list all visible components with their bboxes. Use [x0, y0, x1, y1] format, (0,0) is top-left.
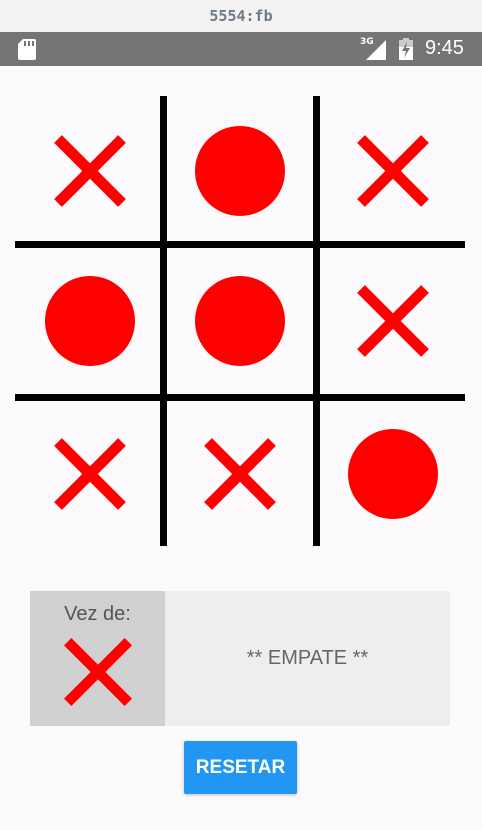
- board-cell-0-0[interactable]: [15, 96, 165, 246]
- x-mark-icon: [54, 135, 126, 207]
- game-status-text: ** EMPATE **: [246, 647, 369, 669]
- reset-button[interactable]: RESETAR: [184, 741, 297, 794]
- o-mark-icon: [195, 276, 285, 366]
- x-mark-icon: [54, 438, 126, 510]
- o-mark-icon: [195, 126, 285, 216]
- x-mark-icon: [357, 135, 429, 207]
- android-status-bar: 3G 9:45: [0, 32, 482, 66]
- board-cell-1-0[interactable]: [15, 246, 165, 396]
- window-title: 5554:fb: [0, 0, 482, 32]
- board-cell-2-0[interactable]: [15, 399, 165, 549]
- turn-x-mark-icon: [63, 637, 133, 707]
- board-cell-0-2[interactable]: [318, 96, 468, 246]
- o-mark-icon: [348, 429, 438, 519]
- x-mark-icon: [357, 285, 429, 357]
- board-cell-0-1[interactable]: [165, 96, 315, 246]
- board-cell-1-2[interactable]: [318, 246, 468, 396]
- status-clock: 9:45: [425, 37, 464, 59]
- o-mark-icon: [45, 276, 135, 366]
- board-cell-2-1[interactable]: [165, 399, 315, 549]
- battery-charging-icon: [399, 38, 413, 60]
- signal-icon: [366, 40, 386, 60]
- game-info-panel: Vez de: ** EMPATE **: [30, 591, 450, 726]
- board-cell-2-2[interactable]: [318, 399, 468, 549]
- window-title-text: 5554:fb: [209, 7, 273, 25]
- turn-indicator: Vez de:: [30, 591, 165, 726]
- board-cell-1-1[interactable]: [165, 246, 315, 396]
- game-board: [15, 96, 465, 546]
- turn-label: Vez de:: [64, 603, 131, 625]
- sd-card-icon: [18, 39, 36, 60]
- x-mark-icon: [204, 438, 276, 510]
- game-status: ** EMPATE **: [165, 591, 450, 726]
